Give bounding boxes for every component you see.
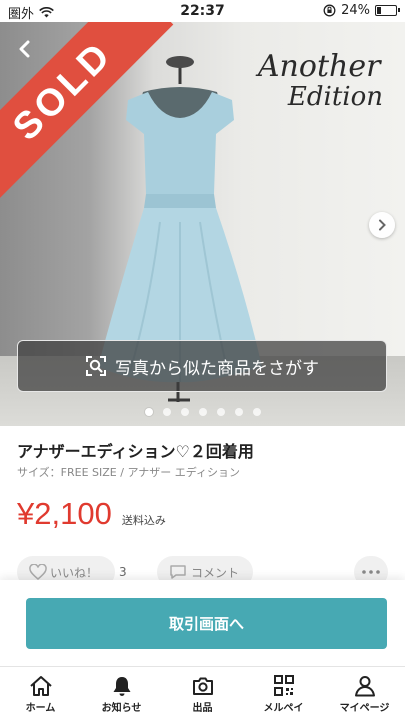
back-button[interactable]: [10, 34, 40, 64]
camera-icon: [192, 677, 213, 695]
pager-dot[interactable]: [198, 408, 207, 416]
trade-screen-button[interactable]: 取引画面へ: [26, 598, 387, 649]
tab-merpay[interactable]: メルペイ: [243, 667, 324, 720]
battery-fill: [377, 7, 382, 14]
battery-percent: 24%: [341, 3, 370, 18]
status-bar: 圏外 22:37 24%: [0, 0, 405, 22]
photo-search-label: 写真から似た商品をさがす: [115, 358, 319, 379]
price-row: ¥2,100 送料込み: [17, 496, 166, 532]
shipping-label: 送料込み: [121, 514, 166, 527]
item-meta: サイズ：FREE SIZE / アナザー エディション: [17, 466, 240, 479]
photo-search-button[interactable]: 写真から似た商品をさがす: [17, 340, 387, 392]
comment-icon: [170, 565, 186, 579]
pager-dot[interactable]: [216, 408, 225, 416]
brand-logo: Another Edition: [257, 49, 383, 113]
tab-sell[interactable]: 出品: [162, 667, 243, 720]
tab-label: 出品: [192, 703, 213, 714]
comment-label: コメント: [191, 565, 240, 580]
price: ¥2,100: [17, 496, 112, 531]
pager-dot[interactable]: [144, 408, 153, 416]
tab-label: お知らせ: [101, 703, 142, 714]
item-title: アナザーエディション♡２回着用: [17, 442, 254, 461]
like-label: いいね！: [50, 565, 99, 580]
person-icon: [354, 676, 375, 697]
heart-icon: [29, 564, 47, 580]
tab-label: マイページ: [339, 703, 390, 714]
pager-dot[interactable]: [180, 408, 189, 416]
more-dots-icon: [362, 570, 380, 574]
home-icon: [29, 676, 52, 696]
scan-search-icon: [86, 356, 106, 376]
rotation-lock-icon: [323, 4, 336, 17]
tab-notifications[interactable]: お知らせ: [81, 667, 162, 720]
tab-home[interactable]: ホーム: [0, 667, 81, 720]
tab-bar: ホーム お知らせ 出品 メルペイ マイページ: [0, 666, 405, 720]
tab-mypage[interactable]: マイページ: [324, 667, 405, 720]
chevron-left-icon: [19, 40, 30, 58]
next-image-button[interactable]: [369, 212, 395, 238]
tab-label: ホーム: [25, 703, 56, 714]
chevron-right-icon: [379, 219, 386, 231]
brand-logo-line2: Edition: [287, 82, 383, 112]
qr-code-icon: [273, 675, 294, 696]
bell-icon: [113, 677, 130, 696]
battery-icon: [375, 5, 400, 16]
product-photo[interactable]: SOLD Another Edition 写真から似た商品をさがす: [0, 22, 405, 426]
pager-dot[interactable]: [234, 408, 243, 416]
cta-panel: 取引画面へ: [0, 580, 405, 666]
image-pager[interactable]: [0, 408, 405, 416]
pager-dot[interactable]: [162, 408, 171, 416]
tab-label: メルペイ: [263, 703, 304, 714]
brand-logo-line1: Another: [257, 49, 381, 84]
like-count: 3: [119, 565, 127, 579]
pager-dot[interactable]: [252, 408, 261, 416]
